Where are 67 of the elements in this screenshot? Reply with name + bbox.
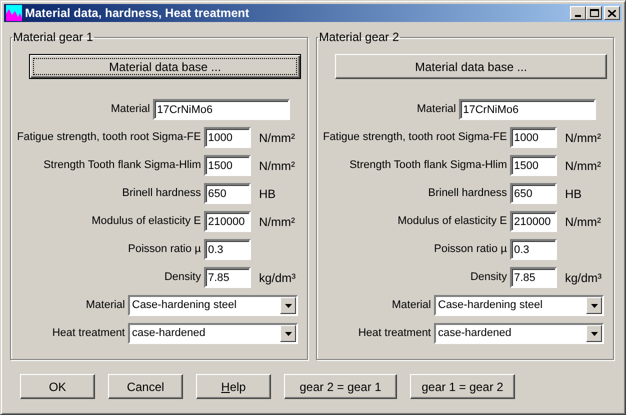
field-label: Material [84,298,126,314]
field-label: Heat treatment [51,326,126,342]
dropdown-value: case-hardened [437,326,512,342]
unit-label: HB [565,186,582,202]
input-field[interactable]: 0.3 [510,239,557,260]
field-label: Density [469,270,508,286]
input-field[interactable]: 7.85 [510,267,557,288]
field-label: Heat treatment [357,326,432,342]
field-label: Fatigue strength, tooth root Sigma-FE [322,130,508,146]
field-label: Poisson ratio µ [433,242,508,258]
unit-label: N/mm² [259,158,295,174]
unit-label: N/mm² [259,214,295,230]
input-field[interactable]: 650 [510,183,557,204]
dropdown[interactable]: Case-hardening steel [434,295,604,316]
maximize-icon [590,9,598,17]
dropdown[interactable]: case-hardened [128,323,298,344]
input-field[interactable]: 210000 [510,211,557,232]
input-field[interactable]: 17CrNiMo6 [459,99,596,120]
field-label: Density [163,270,202,286]
input-field[interactable]: 650 [204,183,251,204]
input-field[interactable]: 1500 [204,155,251,176]
close-icon [608,10,616,16]
dropdown[interactable]: Case-hardening steel [128,295,298,316]
unit-label: HB [259,186,276,202]
input-field[interactable]: 1500 [510,155,557,176]
dropdown-value: Case-hardening steel [131,298,238,314]
material-database-button[interactable]: Material data base ... [335,54,607,79]
close-button[interactable] [604,6,620,20]
unit-label: kg/dm³ [565,270,602,286]
dropdown-value: Case-hardening steel [437,298,544,314]
dialog-button[interactable]: Help [196,374,271,399]
app-icon [6,5,22,21]
field-label: Poisson ratio µ [127,242,202,258]
input-field[interactable]: 1000 [204,127,251,148]
dropdown-value: case-hardened [131,326,206,342]
field-label: Brinell hardness [427,186,508,202]
dialog-button[interactable]: Cancel [108,374,183,399]
field-label: Material [390,298,432,314]
minimize-icon [575,15,581,17]
material-database-button[interactable]: Material data base ... [29,54,301,79]
field-label: Material [110,102,151,118]
field-label: Strength Tooth flank Sigma-Hlim [42,158,202,174]
field-label: Brinell hardness [121,186,202,202]
unit-label: N/mm² [565,158,601,174]
unit-label: kg/dm³ [259,270,296,286]
window-title: Material data, hardness, Heat treatment [25,5,250,22]
input-field[interactable]: 7.85 [204,267,251,288]
input-field[interactable]: 1000 [510,127,557,148]
field-label: Material [416,102,457,118]
dialog-button[interactable]: gear 1 = gear 2 [410,374,515,399]
field-label: Fatigue strength, tooth root Sigma-FE [16,130,202,146]
dropdown[interactable]: case-hardened [434,323,604,344]
unit-label: N/mm² [565,214,601,230]
field-label: Modulus of elasticity E [90,214,202,230]
dialog-button[interactable]: gear 2 = gear 1 [284,374,397,399]
group-title: Material gear 2 [318,29,400,46]
field-label: Strength Tooth flank Sigma-Hlim [348,158,508,174]
input-field[interactable]: 17CrNiMo6 [153,99,290,120]
input-field[interactable]: 0.3 [204,239,251,260]
input-field[interactable]: 210000 [204,211,251,232]
maximize-button[interactable] [586,6,602,20]
minimize-button[interactable] [570,6,586,20]
group-title: Material gear 1 [12,29,94,46]
unit-label: N/mm² [259,130,295,146]
unit-label: N/mm² [565,130,601,146]
dialog-button[interactable]: OK [20,374,95,399]
field-label: Modulus of elasticity E [396,214,508,230]
